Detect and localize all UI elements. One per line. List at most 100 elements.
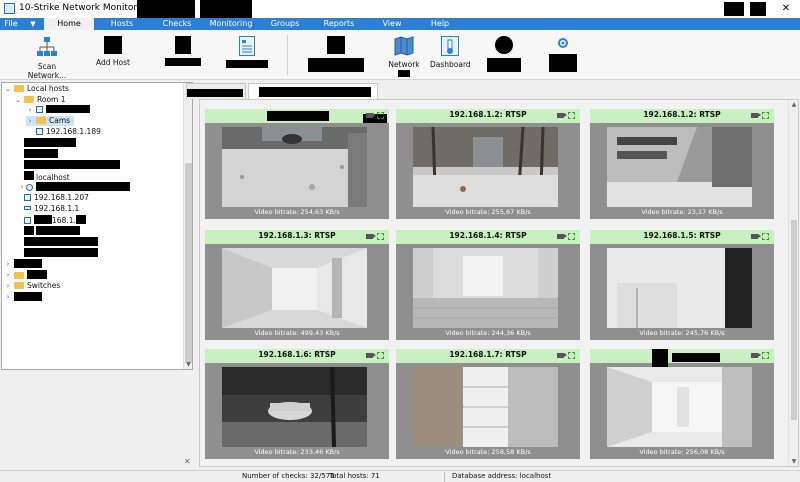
fullscreen-icon[interactable] [568, 352, 575, 359]
add-host-button[interactable]: Add Host [95, 36, 131, 67]
tree-item-host[interactable]: 192.168.1.207 [24, 193, 89, 203]
camera-tile[interactable]: 192.168.1.2: RTSP Video bitrate: 255,67 K… [396, 109, 580, 219]
tree-item-room1[interactable]: ⌄ Room 1 [14, 95, 65, 105]
scroll-down-icon[interactable]: ▼ [789, 458, 799, 465]
chevron-down-icon[interactable]: ⌄ [4, 84, 12, 94]
scrollbar-thumb[interactable] [185, 163, 192, 363]
camera-tile[interactable]: 192.168.1.3: RTSP Video bitrate: 499,43 K… [205, 230, 389, 340]
tree-item-redacted[interactable] [24, 160, 120, 170]
tree-scrollbar[interactable]: ▲ ▼ [183, 83, 192, 369]
ribbon-button-4[interactable] [225, 36, 269, 70]
camera-grid-scrollbar[interactable]: ▲ ▼ [788, 100, 798, 466]
camera-tile[interactable]: 192.168.1.5: RTSP Video bitrate: 245,76 K… [590, 230, 774, 340]
fullscreen-icon[interactable] [568, 233, 575, 240]
fullscreen-icon[interactable] [377, 233, 384, 240]
tree-item-host[interactable]: 192.168.1.1 [24, 204, 79, 214]
minimize-button[interactable] [724, 2, 744, 16]
camera-tile[interactable]: Video bitrate: 256,08 KB/s [590, 349, 774, 459]
scan-network-button[interactable]: Scan Network... [18, 36, 76, 80]
ribbon-button-8[interactable] [486, 36, 522, 74]
tab-home[interactable]: Home [44, 18, 94, 30]
tree-item-group[interactable]: › [4, 270, 47, 280]
camera-tile[interactable]: 192.168.1.2: RTSP Video bitrate: 23,17 KB… [590, 109, 774, 219]
tree-item-redacted[interactable] [24, 138, 76, 148]
camera-tile[interactable]: Video bitrate: 254,63 KB/s [205, 109, 389, 219]
ribbon-button-3[interactable] [165, 36, 201, 68]
tab-reports[interactable]: Reports [312, 18, 366, 30]
chevron-right-icon[interactable]: › [4, 292, 12, 302]
tree-item-redacted[interactable] [24, 226, 80, 236]
video-camera-icon[interactable] [751, 353, 761, 358]
camera-video-feed[interactable] [413, 248, 558, 328]
chevron-right-icon[interactable]: › [4, 281, 12, 291]
fullscreen-icon[interactable] [762, 233, 769, 240]
quick-access-dropdown[interactable]: ▼ [22, 18, 44, 30]
chevron-right-icon[interactable]: › [4, 259, 12, 269]
tab-hosts[interactable]: Hosts [94, 18, 150, 30]
ribbon-separator [287, 35, 288, 75]
scrollbar-thumb[interactable] [791, 220, 797, 420]
tab-monitoring[interactable]: Monitoring [204, 18, 258, 30]
video-camera-icon[interactable] [751, 113, 761, 118]
fullscreen-icon[interactable] [762, 352, 769, 359]
camera-tile[interactable]: 192.168.1.7: RTSP Video bitrate: 258,58 K… [396, 349, 580, 459]
video-camera-icon[interactable] [366, 113, 376, 118]
video-camera-icon[interactable] [557, 113, 567, 118]
tree-item-redacted[interactable] [24, 237, 98, 247]
settings-button[interactable] [548, 36, 578, 74]
tree-item-host[interactable]: 192.168.1.189 [36, 127, 101, 137]
scroll-down-icon[interactable]: ▼ [184, 361, 193, 368]
camera-video-feed[interactable] [413, 127, 558, 207]
tab-checks[interactable]: Checks [150, 18, 204, 30]
video-camera-icon[interactable] [366, 353, 376, 358]
camera-video-feed[interactable] [607, 127, 752, 207]
camera-tile[interactable]: 192.168.1.6: RTSP Video bitrate: 233,46 K… [205, 349, 389, 459]
doc-tab[interactable] [186, 83, 246, 99]
camera-video-feed[interactable] [607, 367, 752, 447]
doc-tab-active[interactable] [248, 83, 378, 99]
database-address: Database address: localhost [452, 472, 552, 480]
chevron-right-icon[interactable]: › [18, 182, 26, 192]
hosts-tree[interactable]: ⌄ Local hosts ⌄ Room 1 › › Cams 192.168.… [1, 82, 193, 370]
chevron-down-icon[interactable]: ⌄ [14, 95, 22, 105]
camera-video-feed[interactable] [413, 367, 558, 447]
maximize-button[interactable] [750, 2, 766, 16]
fullscreen-icon[interactable] [377, 352, 384, 359]
tree-item-redacted[interactable] [24, 248, 98, 258]
scroll-up-icon[interactable]: ▲ [789, 101, 799, 108]
video-camera-icon[interactable] [751, 234, 761, 239]
chevron-right-icon[interactable]: › [26, 105, 34, 115]
ribbon-button-5[interactable] [307, 36, 365, 74]
video-camera-icon[interactable] [366, 234, 376, 239]
tree-item-redacted[interactable]: › [26, 105, 90, 115]
tab-help[interactable]: Help [418, 18, 462, 30]
tree-item-redacted[interactable] [24, 149, 58, 159]
tree-item-host[interactable]: 168.1. [24, 215, 86, 225]
camera-video-feed[interactable] [222, 367, 367, 447]
video-camera-icon[interactable] [557, 234, 567, 239]
dashboard-button[interactable]: Dashboard [430, 36, 471, 69]
fullscreen-icon[interactable] [377, 112, 384, 119]
pane-close-icon[interactable]: ✕ [184, 457, 191, 466]
camera-video-feed[interactable] [222, 127, 367, 207]
tree-item-localhost[interactable]: localhost [24, 171, 70, 182]
tab-groups[interactable]: Groups [258, 18, 312, 30]
close-button[interactable]: ✕ [772, 0, 800, 18]
chevron-right-icon[interactable]: › [4, 270, 12, 280]
tab-file[interactable]: File [0, 18, 22, 30]
tab-view[interactable]: View [366, 18, 418, 30]
fullscreen-icon[interactable] [568, 112, 575, 119]
video-camera-icon[interactable] [557, 353, 567, 358]
camera-tile[interactable]: 192.168.1.4: RTSP Video bitrate: 244,36 K… [396, 230, 580, 340]
network-map-button[interactable]: Network [388, 36, 420, 77]
tree-item-local-hosts[interactable]: ⌄ Local hosts [4, 84, 69, 94]
tree-item-redacted[interactable]: › [18, 182, 130, 192]
tree-item-switches[interactable]: › Switches [4, 281, 61, 291]
chevron-right-icon[interactable]: › [26, 116, 34, 126]
camera-video-feed[interactable] [607, 248, 752, 328]
tree-item-group[interactable]: › [4, 292, 42, 302]
fullscreen-icon[interactable] [762, 112, 769, 119]
camera-video-feed[interactable] [222, 248, 367, 328]
tree-item-cams[interactable]: › Cams [26, 116, 75, 126]
tree-item-group[interactable]: › [4, 259, 42, 269]
